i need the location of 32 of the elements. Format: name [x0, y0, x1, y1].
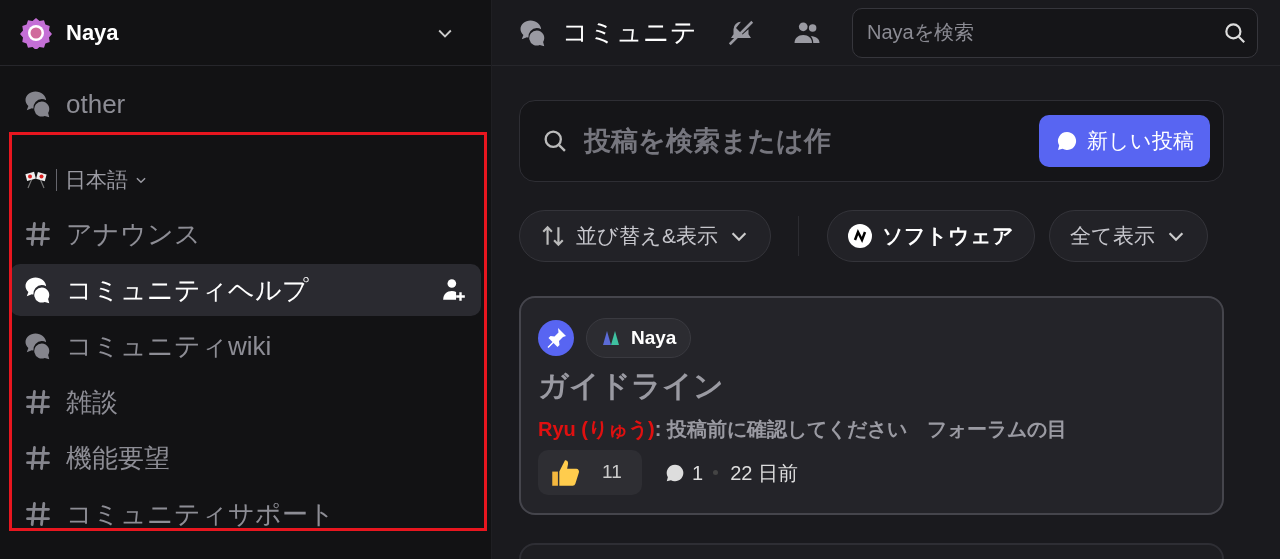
search-field[interactable]: Nayaを検索 [852, 7, 1258, 58]
post-tag: Naya [586, 318, 692, 358]
channel-title: コミュニテ [562, 16, 698, 49]
channel-item[interactable]: コミュニティヘルプ [10, 264, 481, 316]
chat-bubble-icon [1055, 129, 1079, 153]
channel-item[interactable]: 機能要望 [10, 432, 481, 484]
hash-icon [24, 220, 52, 248]
tag-logo-icon [848, 224, 872, 248]
hash-icon [24, 444, 52, 472]
reaction-button[interactable]: 11 [538, 450, 642, 495]
sort-icon [540, 223, 566, 249]
channel-item[interactable]: 雑談 [10, 376, 481, 428]
hash-icon [24, 388, 52, 416]
channel-item[interactable]: コミュニティサポート [10, 488, 481, 540]
channel-item[interactable]: other [10, 78, 481, 130]
channel-item[interactable]: アナウンス [10, 208, 481, 260]
sort-button[interactable]: 並び替え&表示 [519, 210, 771, 262]
comment-count: 1 [692, 460, 704, 486]
add-member-icon[interactable] [441, 277, 467, 303]
hash-icon [24, 500, 52, 528]
post-title: ガイドライン [538, 368, 725, 404]
category-label[interactable]: 日本語 [65, 164, 128, 196]
server-logo-icon [20, 16, 52, 49]
post-preview: Ryu (りゅう): 投稿前に確認してください フォーラムの目 [538, 417, 1068, 442]
post-card[interactable]: Naya ガイドライン Ryu (りゅう): 投稿前に確認してください フォーラムの目 11 1 22 日前 [519, 296, 1224, 515]
channel-item[interactable]: コミュニティwiki [10, 320, 481, 372]
flags-icon [24, 170, 48, 190]
filter-dropdown[interactable]: 全て表示 [1049, 210, 1208, 262]
server-name[interactable]: Naya [66, 16, 435, 49]
new-post-button[interactable]: 新しい投稿 [1039, 115, 1210, 167]
tag-filter-button[interactable]: ソフトウェア [827, 210, 1035, 262]
post-age: 22 日前 [730, 460, 798, 486]
